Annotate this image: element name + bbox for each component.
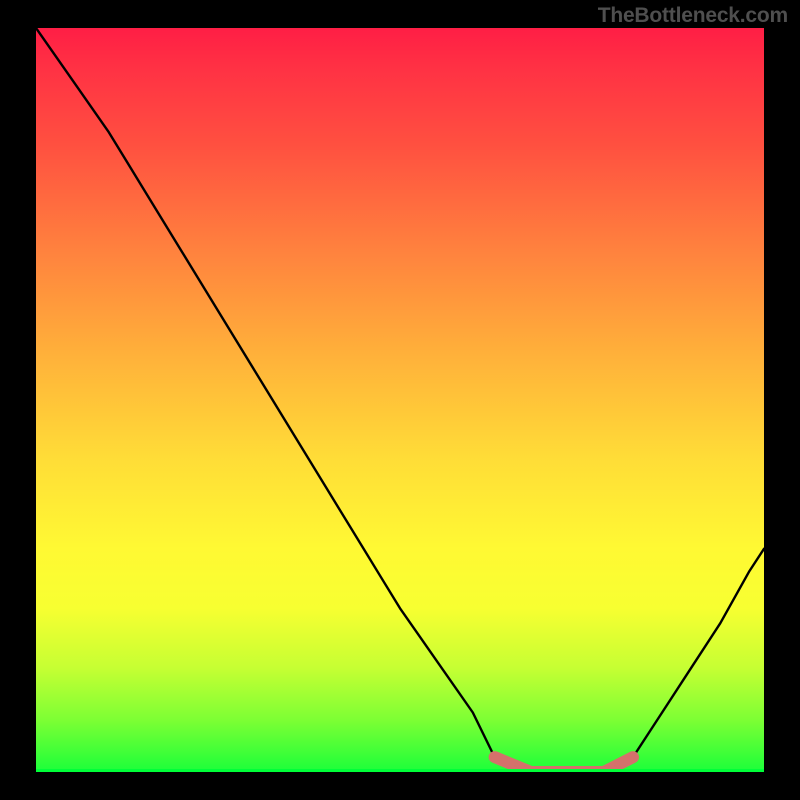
plot-area xyxy=(36,28,764,772)
attribution-text: TheBottleneck.com xyxy=(598,4,788,28)
bottleneck-curve xyxy=(36,28,764,772)
curve-svg xyxy=(36,28,764,772)
baseline xyxy=(36,769,764,772)
chart-container: TheBottleneck.com xyxy=(0,0,800,800)
